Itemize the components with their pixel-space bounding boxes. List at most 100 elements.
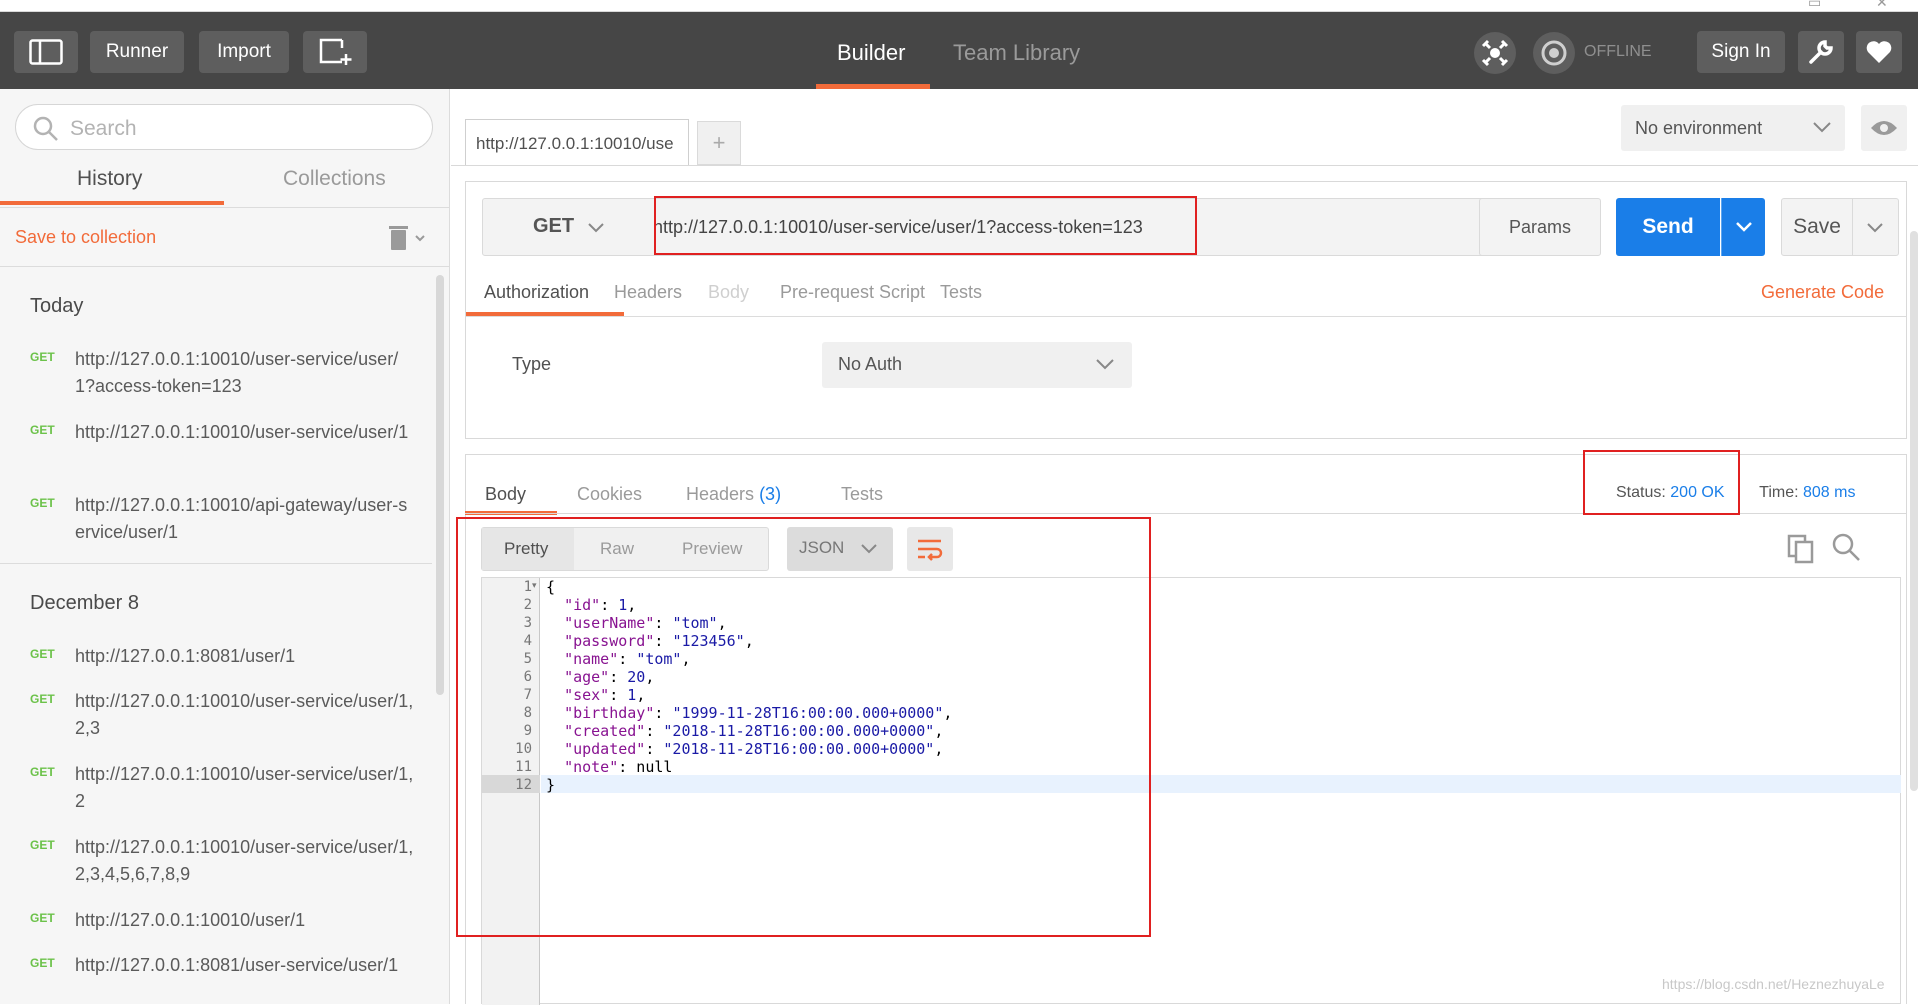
interceptor-button[interactable] [1474,32,1516,74]
search-icon [1832,533,1860,561]
satellite-icon [1481,39,1509,67]
trash-icon [389,226,425,250]
divider [466,316,1906,317]
method-badge: GET [30,956,55,970]
sync-icon [1541,40,1567,66]
history-url: http://127.0.0.1:10010/api-gateway/user-… [75,495,408,542]
tab-collections[interactable]: Collections [283,167,386,191]
divider [0,563,432,564]
divider [0,207,450,208]
window-title-strip: ▭ ✕ [0,0,1918,12]
history-url: http://127.0.0.1:10010/user-service/user… [75,349,399,396]
tab-response-tests[interactable]: Tests [841,484,883,505]
tab-response-headers[interactable]: Headers (3) [686,484,781,505]
time-value: 808 ms [1803,484,1856,501]
environment-quick-look-button[interactable] [1861,105,1907,151]
history-url: http://127.0.0.1:8081/user/1 [75,646,296,666]
history-url: http://127.0.0.1:10010/user-service/user… [75,764,414,811]
main-scrollbar[interactable] [1910,231,1918,791]
tab-pre-request-script[interactable]: Pre-request Script [780,282,925,303]
chevron-down-icon [1096,359,1114,370]
close-window-icon[interactable]: ✕ [1876,0,1888,11]
time-label: Time: [1759,484,1799,501]
add-tab-button[interactable]: + [697,121,741,165]
save-button[interactable]: Save [1781,198,1853,256]
tab-builder[interactable]: Builder [837,40,905,66]
divider [0,266,450,267]
chevron-down-icon [1813,122,1831,133]
annotation-box-url [654,196,1197,255]
method-select[interactable]: GET [533,215,574,238]
search-icon [33,116,58,141]
sign-in-button[interactable]: Sign In [1697,31,1785,73]
toggle-sidebar-button[interactable] [14,31,78,73]
tab-label: Headers [686,484,755,504]
plus-icon: + [712,130,726,155]
watermark: https://blog.csdn.net/HeznezhuyaLe [1662,976,1885,992]
history-url: http://127.0.0.1:8081/user-service/user/… [75,955,399,975]
method-badge: GET [30,350,55,364]
params-button[interactable]: Params [1479,198,1601,256]
tab-tests[interactable]: Tests [940,282,982,303]
tab-response-body[interactable]: Body [485,484,526,505]
copy-response-button[interactable] [1787,534,1815,569]
eye-icon [1871,121,1897,135]
send-button[interactable]: Send [1616,198,1720,256]
auth-type-label: Type [512,354,552,374]
save-to-collection-link[interactable]: Save to collection [15,227,156,248]
heart-icon [1866,41,1892,63]
send-options-button[interactable] [1721,198,1765,256]
app-header: Runner Import Builder Team Library OFFLI… [0,12,1918,89]
tab-history[interactable]: History [77,167,142,191]
offline-status: OFFLINE [1584,43,1652,60]
method-badge: GET [30,496,55,510]
new-window-button[interactable] [303,31,367,73]
search-input[interactable]: Search [15,104,433,150]
history-url: http://127.0.0.1:10010/user-service/user… [75,422,409,442]
runner-button[interactable]: Runner [90,31,184,73]
environment-value: No environment [1635,118,1763,138]
method-badge: GET [30,838,55,852]
import-button[interactable]: Import [199,31,289,73]
annotation-box-status [1583,450,1740,515]
search-response-button[interactable] [1831,532,1861,567]
auth-type-value: No Auth [838,354,903,374]
settings-button[interactable] [1798,31,1844,73]
tab-body[interactable]: Body [708,282,749,303]
method-badge: GET [30,647,55,661]
sidebar: Search History Collections Save to colle… [0,89,450,1004]
sidebar-scrollbar[interactable] [436,275,444,695]
favorite-button[interactable] [1856,31,1902,73]
sidebar-icon [29,39,63,65]
active-tab-indicator [0,201,224,205]
tab-cookies[interactable]: Cookies [577,484,642,505]
method-badge: GET [30,692,55,706]
auth-type-select[interactable]: No Auth [822,342,1132,388]
request-tab[interactable]: http://127.0.0.1:10010/use [465,119,689,165]
save-options-button[interactable] [1853,198,1899,256]
annotation-box-response [456,517,1151,937]
tab-authorization[interactable]: Authorization [484,282,589,303]
generate-code-link[interactable]: Generate Code [1761,282,1884,303]
history-group-title: December 8 [30,592,139,614]
search-placeholder: Search [70,117,137,140]
history-url: http://127.0.0.1:10010/user-service/user… [75,691,414,738]
copy-icon [1787,534,1814,564]
delete-history-button[interactable] [388,224,428,257]
history-url: http://127.0.0.1:10010/user-service/user… [75,837,414,884]
method-badge: GET [30,765,55,779]
environment-select[interactable]: No environment [1621,105,1845,151]
restore-icon[interactable]: ▭ [1808,0,1821,11]
new-window-icon [319,38,352,65]
request-tab-title: http://127.0.0.1:10010/use [476,134,674,153]
tab-headers[interactable]: Headers [614,282,682,303]
sync-status-button[interactable] [1533,32,1575,74]
method-badge: GET [30,423,55,437]
wrench-icon [1809,40,1833,64]
history-group-title: Today [30,295,84,317]
tab-team-library[interactable]: Team Library [953,40,1080,66]
method-badge: GET [30,911,55,925]
headers-count: (3) [759,484,782,504]
chevron-down-icon [1736,222,1752,232]
chevron-down-icon [1867,223,1883,233]
